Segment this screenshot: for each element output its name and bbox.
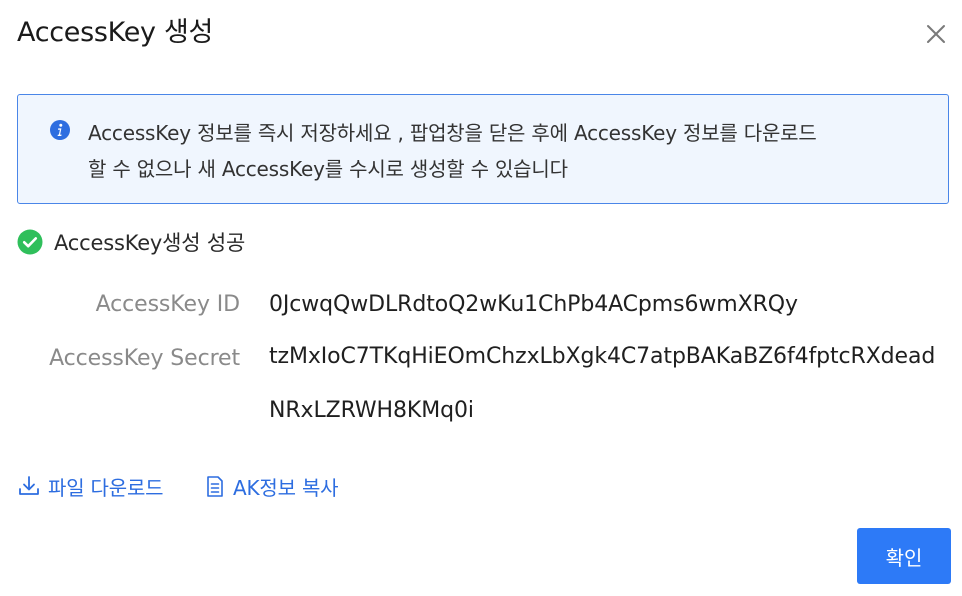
- close-icon: [927, 25, 945, 43]
- alert-line-2: 할 수 없으나 새 AccessKey를 수시로 생성할 수 있습니다: [88, 157, 568, 181]
- check-circle-icon: [17, 229, 43, 255]
- info-icon: [50, 120, 70, 140]
- download-icon: [19, 476, 39, 495]
- copy-document-icon: [207, 476, 223, 497]
- accesskey-id-label: AccessKey ID: [95, 292, 241, 317]
- alert-message: AccessKey 정보를 즉시 저장하세요 , 팝업창을 닫은 후에 Acce…: [88, 115, 928, 187]
- accesskey-secret-label: AccessKey Secret: [49, 346, 240, 371]
- success-text: AccessKey생성 성공: [54, 231, 246, 255]
- accesskey-secret-value: tzMxIoC7TKqHiEOmChzxLbXgk4C7atpBAKaBZ6f4…: [269, 344, 936, 423]
- copy-ak-info-link[interactable]: AK정보 복사: [204, 470, 339, 502]
- alert-line-1: AccessKey 정보를 즉시 저장하세요 , 팝업창을 닫은 후에 Acce…: [88, 121, 817, 145]
- close-button[interactable]: [922, 20, 950, 48]
- confirm-button[interactable]: 확인: [857, 528, 951, 584]
- accesskey-id-value: 0JcwqQwDLRdtoQ2wKu1ChPb4ACpms6wmXRQy: [269, 292, 798, 317]
- info-alert: AccessKey 정보를 즉시 저장하세요 , 팝업창을 닫은 후에 Acce…: [17, 94, 949, 204]
- success-status: AccessKey생성 성공: [17, 227, 245, 257]
- copy-link-label: AK정보 복사: [233, 475, 339, 500]
- accesskey-dialog: AccessKey 생성 AccessKey 정보를 즉시 저장하세요 , 팝업…: [0, 0, 962, 596]
- dialog-title: AccessKey 생성: [17, 17, 214, 48]
- download-link-label: 파일 다운로드: [48, 475, 164, 500]
- download-file-link[interactable]: 파일 다운로드: [17, 470, 164, 502]
